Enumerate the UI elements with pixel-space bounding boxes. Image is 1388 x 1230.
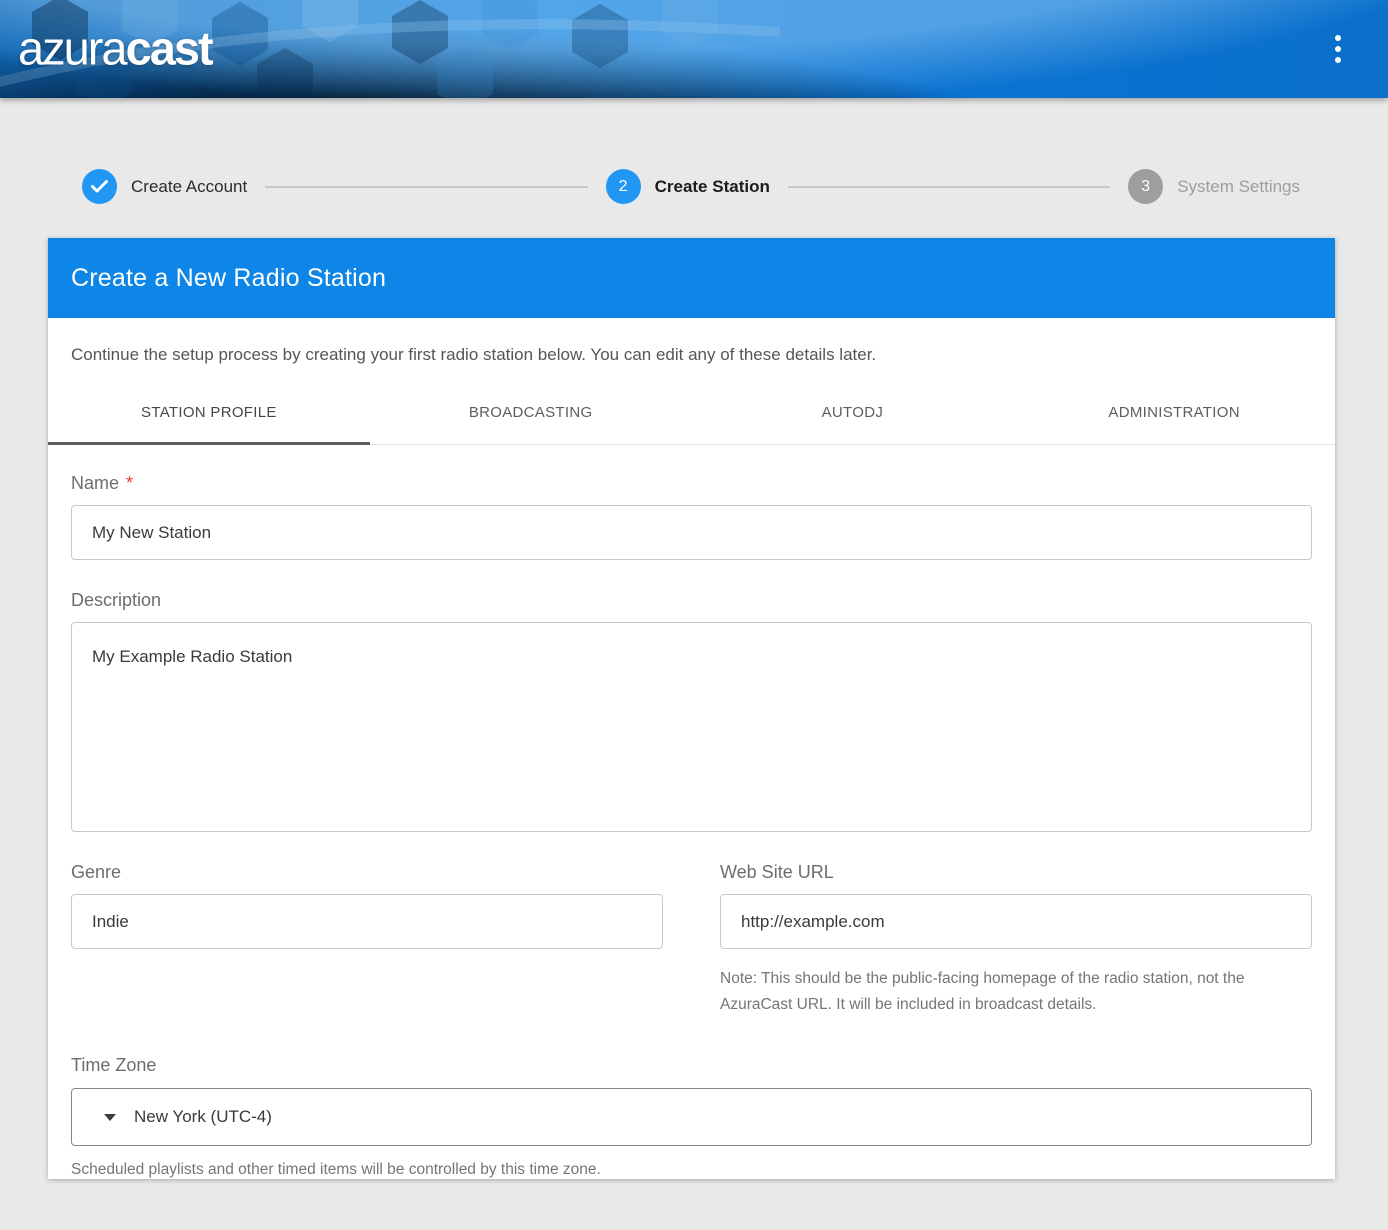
overflow-menu-button[interactable] [1318,27,1358,71]
logo-text-bold: cast [126,22,212,75]
kebab-menu-icon [1335,46,1341,52]
app-header: azuracast [0,0,1388,98]
card-intro-text: Continue the setup process by creating y… [48,318,1335,371]
create-station-card: Create a New Radio Station Continue the … [48,238,1335,1179]
stepper-connector [788,186,1110,188]
step-3-label: System Settings [1177,177,1300,197]
step-system-settings: 3 System Settings [1128,169,1300,204]
name-label-text: Name [71,473,119,494]
timezone-selected-value: New York (UTC-4) [134,1107,272,1127]
tab-autodj[interactable]: AUTODJ [692,384,1014,445]
genre-column: Genre [71,862,663,1018]
chevron-down-icon [104,1114,116,1121]
step-create-station: 2 Create Station [606,169,770,204]
tab-station-profile[interactable]: STATION PROFILE [48,384,370,445]
tab-broadcasting[interactable]: BROADCASTING [370,384,692,445]
tab-administration[interactable]: ADMINISTRATION [1013,384,1335,445]
logo-text-light: azura [18,22,126,75]
card-header: Create a New Radio Station [48,238,1335,318]
step-create-account: Create Account [82,169,247,204]
name-label: Name * [71,473,1312,494]
kebab-menu-icon [1335,35,1341,41]
name-field[interactable] [71,505,1312,560]
step-3-circle: 3 [1128,169,1163,204]
step-2-circle: 2 [606,169,641,204]
description-field[interactable]: My Example Radio Station [71,622,1312,832]
genre-website-row: Genre Web Site URL Note: This should be … [71,862,1312,1018]
genre-label: Genre [71,862,663,883]
website-url-label: Web Site URL [720,862,1312,883]
timezone-select[interactable]: New York (UTC-4) [71,1088,1312,1146]
website-url-field[interactable] [720,894,1312,949]
genre-field[interactable] [71,894,663,949]
required-asterisk: * [126,473,133,494]
step-1-circle [82,169,117,204]
step-2-label: Create Station [655,177,770,197]
azuracast-logo: azuracast [18,25,212,72]
kebab-menu-icon [1335,57,1341,63]
stepper-connector [265,186,587,188]
station-profile-form: Name * Description My Example Radio Stat… [48,473,1335,1179]
website-column: Web Site URL Note: This should be the pu… [720,862,1312,1018]
timezone-label: Time Zone [71,1055,1312,1076]
check-icon [91,180,108,193]
tabs: STATION PROFILE BROADCASTING AUTODJ ADMI… [48,384,1335,445]
description-label: Description [71,590,1312,611]
step-1-label: Create Account [131,177,247,197]
page-title: Create a New Radio Station [71,264,386,293]
website-url-note: Note: This should be the public-facing h… [720,966,1312,1018]
setup-stepper: Create Account 2 Create Station 3 System… [82,169,1300,204]
timezone-help-text: Scheduled playlists and other timed item… [71,1161,1312,1179]
